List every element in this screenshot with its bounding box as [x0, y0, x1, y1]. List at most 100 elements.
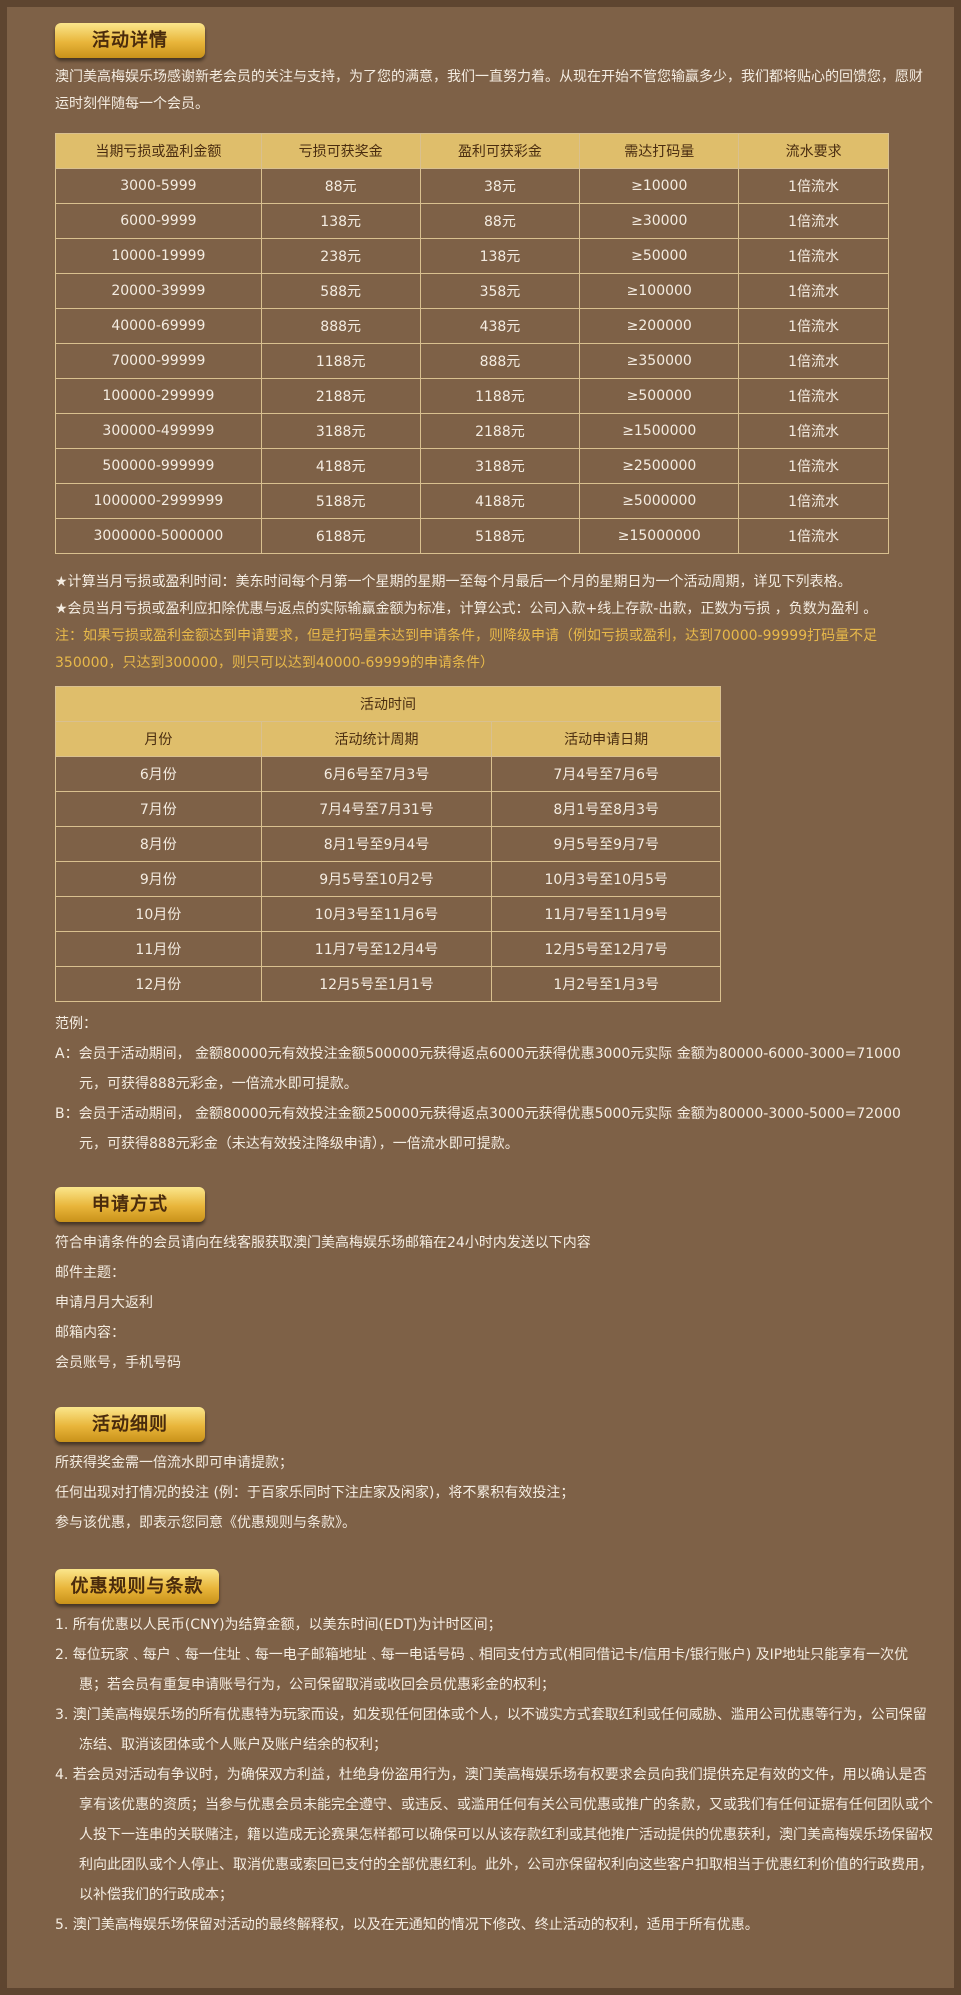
bonus-table-header-cell: 盈利可获彩金: [419, 133, 581, 169]
schedule-header-cell: 月份: [55, 721, 262, 757]
table-cell: 70000-99999: [55, 343, 262, 379]
table-row: 1000000-2999999 5188元 4188元 ≥5000000 1倍流水: [55, 483, 889, 519]
table-row: 3000-5999 88元 38元 ≥10000 1倍流水: [55, 168, 889, 204]
table-cell: 9月5号至10月2号: [260, 861, 493, 897]
table-cell: ≥30000: [579, 203, 740, 239]
schedule-table: 活动时间 月份 活动统计周期 活动申请日期 6月份 6月6号至7月3号 7月4号至7月6…: [55, 686, 721, 1002]
table-cell: 1倍流水: [738, 448, 889, 484]
bonus-table: 当期亏损或盈利金额 亏损可获奖金 盈利可获彩金 需达打码量 流水要求 3000-5999…: [55, 133, 889, 554]
table-row: 9月份 9月5号至10月2号 10月3号至10月5号: [55, 861, 721, 897]
schedule-header-cell: 活动申请日期: [491, 721, 721, 757]
table-cell: 11月份: [55, 931, 262, 967]
schedule-header-cell: 活动统计周期: [260, 721, 493, 757]
table-cell: 6月份: [55, 756, 262, 792]
table-row: 10000-19999 238元 138元 ≥50000 1倍流水: [55, 238, 889, 274]
table-cell: 5188元: [260, 483, 421, 519]
table-cell: 9月5号至9月7号: [491, 826, 721, 862]
list-item: 申请月月大返利: [55, 1295, 153, 1311]
table-cell: ≥2500000: [579, 448, 740, 484]
table-cell: 4188元: [260, 448, 421, 484]
section-activity-rules: 活动细则 所获得奖金需一倍流水即可申请提款； 任何出现对打情况的投注 (例：于百家…: [55, 1407, 935, 1538]
table-cell: 10月份: [55, 896, 262, 932]
table-cell: 3188元: [260, 413, 421, 449]
apply-method-lines: 符合申请条件的会员请向在线客服获取澳门美高梅娱乐场邮箱在24小时内发送以下内容邮…: [55, 1228, 935, 1378]
table-cell: 138元: [260, 203, 421, 239]
list-item: 邮箱内容：: [55, 1325, 125, 1341]
table-cell: 100000-299999: [55, 378, 262, 414]
table-cell: ≥15000000: [579, 518, 740, 554]
table-row: 6000-9999 138元 88元 ≥30000 1倍流水: [55, 203, 889, 239]
table-cell: 12月5号至12月7号: [491, 931, 721, 967]
intro-text: 澳门美高梅娱乐场感谢新老会员的关注与支持，为了您的满意，我们一直努力着。从现在开…: [55, 69, 923, 112]
table-cell: 12月份: [55, 966, 262, 1002]
list-item: 5. 澳门美高梅娱乐场保留对活动的最终解释权，以及在无通知的情况下修改、终止活动…: [55, 1917, 759, 1933]
list-item: 2. 每位玩家﹑每户﹑每一住址﹑每一电子邮箱地址﹑每一电话号码﹑相同支付方式(相…: [55, 1647, 909, 1693]
table-cell: 1倍流水: [738, 308, 889, 344]
list-item: 会员账号，手机号码: [55, 1355, 181, 1371]
section-terms: 优惠规则与条款 1. 所有优惠以人民币(CNY)为结算金额，以美东时间(EDT)…: [55, 1569, 935, 1940]
table-cell: 1000000-2999999: [55, 483, 262, 519]
table-cell: 3188元: [419, 448, 581, 484]
table-cell: ≥50000: [579, 238, 740, 274]
table-row: 70000-99999 1188元 888元 ≥350000 1倍流水: [55, 343, 889, 379]
table-cell: 12月5号至1月1号: [260, 966, 493, 1002]
table-cell: 9月份: [55, 861, 262, 897]
table-cell: 8月1号至8月3号: [491, 791, 721, 827]
table-row: 500000-999999 4188元 3188元 ≥2500000 1倍流水: [55, 448, 889, 484]
list-item: 4. 若会员对活动有争议时，为确保双方利益，杜绝身份盗用行为，澳门美高梅娱乐场有…: [55, 1767, 933, 1903]
table-cell: 588元: [260, 273, 421, 309]
table-cell: ≥100000: [579, 273, 740, 309]
table-cell: ≥500000: [579, 378, 740, 414]
table-row: 8月份 8月1号至9月4号 9月5号至9月7号: [55, 826, 721, 862]
example-a: A：会员于活动期间， 金额80000元有效投注金额500000元获得返点6000…: [55, 1046, 901, 1092]
table-cell: 500000-999999: [55, 448, 262, 484]
table-cell: 888元: [419, 343, 581, 379]
list-item: 1. 所有优惠以人民币(CNY)为结算金额，以美东时间(EDT)为计时区间；: [55, 1617, 502, 1633]
terms-list: 1. 所有优惠以人民币(CNY)为结算金额，以美东时间(EDT)为计时区间； 2.…: [55, 1610, 935, 1940]
section-title-activity-rules: 活动细则: [55, 1407, 205, 1442]
table-cell: 2188元: [260, 378, 421, 414]
table-cell: 11月7号至12月4号: [260, 931, 493, 967]
table-row: 7月份 7月4号至7月31号 8月1号至8月3号: [55, 791, 721, 827]
schedule-caption-row: 活动时间: [55, 686, 721, 722]
table-cell: 6月6号至7月3号: [260, 756, 493, 792]
table-row: 20000-39999 588元 358元 ≥100000 1倍流水: [55, 273, 889, 309]
example-label: 范例：: [55, 1016, 97, 1032]
table-cell: 1月2号至1月3号: [491, 966, 721, 1002]
table-cell: 1倍流水: [738, 203, 889, 239]
bonus-table-header-cell: 流水要求: [738, 133, 889, 169]
table-cell: 6188元: [260, 518, 421, 554]
table-cell: 7月4号至7月6号: [491, 756, 721, 792]
table-cell: 88元: [419, 203, 581, 239]
table-cell: 11月7号至11月9号: [491, 896, 721, 932]
schedule-caption: 活动时间: [55, 686, 721, 722]
section-title-apply-method: 申请方式: [55, 1187, 205, 1222]
table-cell: 8月1号至9月4号: [260, 826, 493, 862]
list-item: 邮件主题：: [55, 1265, 125, 1281]
table-cell: 438元: [419, 308, 581, 344]
bonus-table-header-cell: 需达打码量: [579, 133, 740, 169]
section-apply-method: 申请方式 符合申请条件的会员请向在线客服获取澳门美高梅娱乐场邮箱在24小时内发送…: [55, 1187, 935, 1378]
example-b: B：会员于活动期间， 金额80000元有效投注金额250000元获得返点3000…: [55, 1106, 901, 1152]
table-cell: ≥200000: [579, 308, 740, 344]
table-cell: 1倍流水: [738, 413, 889, 449]
table-cell: 38元: [419, 168, 581, 204]
examples-block: 范例： A：会员于活动期间， 金额80000元有效投注金额500000元获得返点…: [55, 1009, 925, 1159]
table-cell: 1倍流水: [738, 483, 889, 519]
table-cell: 2188元: [419, 413, 581, 449]
table-cell: 1倍流水: [738, 518, 889, 554]
list-item: 符合申请条件的会员请向在线客服获取澳门美高梅娱乐场邮箱在24小时内发送以下内容: [55, 1235, 591, 1251]
table-cell: 888元: [260, 308, 421, 344]
table-row: 100000-299999 2188元 1188元 ≥500000 1倍流水: [55, 378, 889, 414]
table-row: 40000-69999 888元 438元 ≥200000 1倍流水: [55, 308, 889, 344]
note-cycle: ★计算当月亏损或盈利时间：美东时间每个月第一个星期的星期一至每个月最后一个月的星…: [55, 574, 852, 590]
table-cell: 10月3号至10月5号: [491, 861, 721, 897]
table-cell: ≥350000: [579, 343, 740, 379]
table-cell: 3000-5999: [55, 168, 262, 204]
table-cell: ≥1500000: [579, 413, 740, 449]
table-cell: 358元: [419, 273, 581, 309]
list-item: 参与该优惠，即表示您同意《优惠规则与条款》。: [55, 1515, 356, 1531]
table-cell: 1倍流水: [738, 273, 889, 309]
table-cell: 1倍流水: [738, 343, 889, 379]
table-cell: 10月3号至11月6号: [260, 896, 493, 932]
